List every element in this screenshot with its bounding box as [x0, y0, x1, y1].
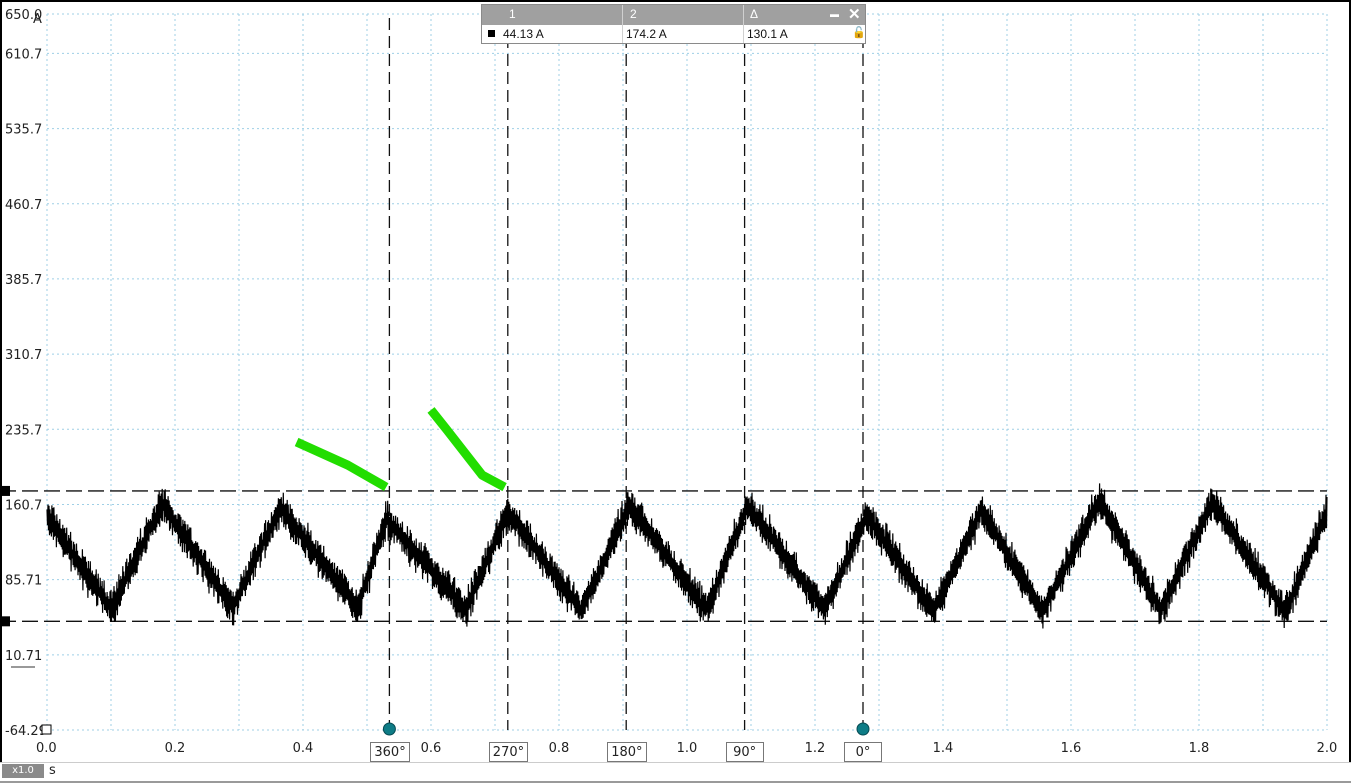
- lock-icon[interactable]: 🔓: [852, 26, 866, 39]
- trace-color-swatch: [488, 30, 495, 37]
- y-tick-label: 460.7: [5, 198, 42, 213]
- phase-label: 360°: [370, 742, 410, 762]
- cursor-handle[interactable]: [856, 722, 870, 736]
- phase-label: 0°: [844, 742, 882, 762]
- measurements-header[interactable]: 1 2 Δ ▬ ✕: [482, 5, 865, 25]
- x-unit-label: s: [49, 763, 56, 778]
- phase-label: 270°: [488, 742, 529, 762]
- status-bar: x1.0 s: [0, 762, 1351, 783]
- y-tick-label: 10.71: [5, 649, 42, 664]
- x-tick-label: 0.4: [293, 741, 314, 756]
- y-axis-ticks: 650.0610.7535.7460.7385.7310.7235.7160.7…: [5, 8, 52, 739]
- phase-label: 180°: [607, 742, 647, 762]
- y-tick-label: -64.29: [5, 724, 47, 739]
- y-tick-label: 160.7: [5, 498, 42, 513]
- phase-label: 90°: [725, 742, 764, 762]
- x-tick-label: 0.8: [549, 741, 570, 756]
- x-tick-label: 1.4: [933, 741, 954, 756]
- cursor2-header: 2: [630, 7, 637, 21]
- x-tick-label: 1.2: [805, 741, 826, 756]
- delta-header: Δ: [750, 7, 759, 21]
- y-tick-label: 85.71: [5, 574, 42, 589]
- y-tick-label: 610.7: [5, 47, 42, 62]
- horizontal-cursor-handle-2[interactable]: [0, 485, 10, 496]
- measurements-panel[interactable]: 1 2 Δ ▬ ✕ 44.13 A 174.2 A 130.1 A 🔓: [481, 4, 866, 44]
- cursor-handle[interactable]: [382, 722, 396, 736]
- delta-value: 130.1 A: [747, 27, 788, 41]
- green-annotation-stroke: [427, 407, 507, 492]
- axis-origin-marker[interactable]: [41, 724, 52, 735]
- y-tick-label: 535.7: [5, 123, 42, 138]
- x-tick-label: 1.8: [1189, 741, 1210, 756]
- scope-chart[interactable]: 650.0610.7535.7460.7385.7310.7235.7160.7…: [0, 0, 1351, 782]
- cursor2-value: 174.2 A: [626, 27, 667, 41]
- x-tick-label: 2.0: [1317, 741, 1338, 756]
- x-tick-label: 0.2: [165, 741, 186, 756]
- close-icon[interactable]: ✕: [848, 5, 861, 23]
- x-tick-label: 0.6: [421, 741, 442, 756]
- y-tick-label: 385.7: [5, 273, 42, 288]
- annotations: [294, 407, 507, 492]
- x-axis-ticks: 0.0 0.2 0.4 0.6 0.8 1.0 1.2 1.4 1.6 1.8 2.0: [36, 741, 1337, 756]
- y-unit-label: A: [33, 12, 42, 27]
- horizontal-cursor-handle-1[interactable]: [0, 616, 10, 627]
- time-cursors: [382, 18, 870, 736]
- grid: [46, 13, 1328, 731]
- y-tick-label: 235.7: [5, 423, 42, 438]
- y-tick-label: 310.7: [5, 348, 42, 363]
- minimize-icon[interactable]: ▬: [830, 9, 839, 19]
- x-tick-label: 0.0: [36, 741, 57, 756]
- zoom-badge[interactable]: x1.0: [2, 764, 44, 778]
- x-tick-label: 1.0: [677, 741, 698, 756]
- cursor1-value: 44.13 A: [503, 27, 544, 41]
- green-annotation-stroke: [294, 437, 389, 492]
- x-tick-label: 1.6: [1061, 741, 1082, 756]
- cursor1-header: 1: [509, 7, 516, 21]
- measurements-row: 44.13 A 174.2 A 130.1 A 🔓: [482, 25, 866, 44]
